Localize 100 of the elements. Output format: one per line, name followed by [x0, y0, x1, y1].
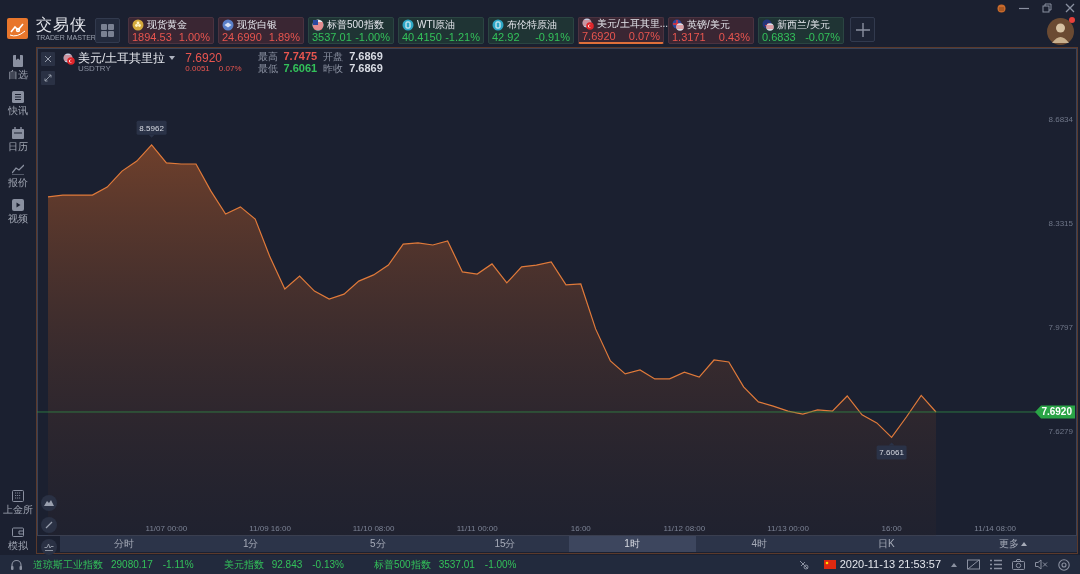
ticker-price: 42.92 [492, 31, 520, 43]
sidebar-item[interactable]: 报价 [1, 163, 35, 188]
axis-label: 11/12 08:00 [663, 524, 706, 533]
plus-icon [855, 22, 870, 37]
timeframe-tab[interactable]: 4时 [695, 536, 823, 552]
axis-label: 16:00 [881, 524, 902, 533]
stat-label: 昨收 [323, 63, 344, 74]
ticker-change: -0.07% [805, 31, 840, 43]
expand-icon [44, 74, 52, 82]
no-image-icon[interactable] [967, 559, 980, 570]
ticker-change: 0.43% [718, 31, 750, 43]
headset-icon[interactable] [10, 558, 23, 571]
instrument-code: USDTRY [78, 65, 112, 73]
ticker-change: -1.21% [445, 31, 480, 43]
sidebar-item[interactable]: 日历 [1, 127, 35, 152]
apps-button[interactable] [95, 18, 120, 43]
sidebar-item[interactable]: 模拟 [1, 526, 35, 551]
axis-label: 11/07 00:00 [145, 524, 188, 533]
ticker-card[interactable]: 新西兰/美元 0.6833 -0.07% [758, 17, 844, 44]
timeframe-tab[interactable]: 15分 [441, 536, 569, 552]
timeframe-tab[interactable]: 分时 [60, 536, 188, 552]
settings-icon[interactable] [1058, 558, 1070, 571]
ticker-card[interactable]: 英镑/美元 1.3171 0.43% [668, 17, 754, 44]
mountain-icon[interactable] [41, 495, 57, 511]
index-change: -1.11% [162, 558, 194, 572]
list-icon[interactable] [990, 559, 1002, 570]
sidebar-item[interactable]: 视频 [1, 199, 35, 224]
close-icon[interactable] [1065, 3, 1075, 13]
ticker-card[interactable]: 布伦特原油 42.92 -0.91% [488, 17, 574, 44]
axis-label: 8.6834 [1048, 115, 1073, 124]
index-value: 3537.01 [438, 558, 475, 572]
mute-icon[interactable] [1035, 559, 1048, 570]
ticker-name: 标普500指数 [327, 19, 384, 30]
bookmark-icon [12, 55, 24, 67]
axis-label: 16:00 [570, 524, 591, 533]
expand-button[interactable] [41, 71, 55, 85]
value-label: 7.6061 [876, 442, 907, 460]
axis-label: 7.6279 [1048, 426, 1073, 436]
stat-value: 7.6869 [349, 51, 383, 62]
dropdown-caret-icon[interactable] [169, 56, 176, 60]
index-name: 美元指数 [223, 558, 264, 572]
ticker-price: 1894.53 [132, 31, 172, 43]
wallet-icon [12, 526, 24, 538]
pen-icon[interactable] [41, 517, 57, 533]
list-icon [12, 91, 24, 103]
ticker-card[interactable]: 现货白银 24.6990 1.89% [218, 17, 304, 44]
camera-icon[interactable] [1012, 559, 1025, 570]
index-change: -0.13% [312, 558, 344, 572]
instrument-price: 7.6920 [185, 52, 224, 64]
line-chart-icon [12, 163, 24, 175]
ref-line-label: 7.6920 [1041, 406, 1073, 418]
index-name: 道琼斯工业指数 [33, 558, 103, 572]
axis-label: 11/13 00:00 [767, 524, 809, 533]
axis-label: 11/09 16:00 [249, 524, 291, 533]
coin-icon [222, 18, 234, 31]
ticker-price: 0.6833 [762, 31, 796, 43]
timeframe-tab[interactable]: 5分 [314, 536, 442, 552]
ticker-name: 英镑/美元 [687, 19, 730, 30]
timeframe-tab[interactable]: 1时 [568, 536, 696, 552]
axis-label: 11/10 08:00 [352, 524, 395, 533]
close-button[interactable] [41, 52, 55, 66]
sidebar-item[interactable]: 上金所 [1, 490, 35, 515]
logo-icon [7, 18, 28, 39]
price-change: 0.0051 [185, 65, 210, 73]
timeframe-tab[interactable]: 1分 [187, 536, 315, 552]
ticker-card[interactable]: 现货黄金 1894.53 1.00% [128, 17, 214, 44]
ticker-change: -1.00% [355, 31, 390, 43]
grid-icon [12, 490, 24, 502]
annotation: 7.6061 [879, 448, 905, 458]
ticker-name: 现货黄金 [147, 19, 187, 30]
flag-icon [63, 53, 75, 65]
restore-icon[interactable] [1042, 3, 1053, 13]
stat-value: 7.6869 [349, 63, 383, 74]
sidebar-item[interactable]: 自选 [1, 55, 35, 80]
ticker-change: 1.89% [268, 31, 300, 43]
index-change: -1.00% [484, 558, 517, 572]
timeframe-tab[interactable]: 日K [822, 536, 950, 552]
timeframe-tab[interactable]: 更多 [949, 536, 1077, 552]
grid-icon [101, 24, 114, 37]
add-button[interactable] [850, 17, 875, 42]
axis-label: 8.3315 [1048, 219, 1073, 228]
wave-icon[interactable] [41, 539, 57, 555]
ticker-change: 1.00% [178, 31, 210, 43]
instrument-name: 美元/土耳其里拉 [78, 52, 166, 64]
flag-icon [762, 18, 774, 31]
clock: 2020-11-13 21:53:57 [839, 557, 941, 573]
stat-value: 7.6061 [283, 63, 318, 74]
flag-icon [582, 18, 594, 30]
ticker-change: 0.07% [628, 31, 660, 42]
ticker-card[interactable]: WTI原油 40.4150 -1.21% [398, 17, 484, 44]
ticker-name: WTI原油 [417, 19, 456, 30]
ticker-card[interactable]: 标普500指数 3537.01 -1.00% [308, 17, 394, 44]
avatar[interactable] [1047, 18, 1074, 45]
current-price-tag: 7.6920 [1035, 405, 1075, 419]
stat-label: 最低 [257, 63, 278, 74]
coin-icon [132, 18, 144, 31]
index-name: 标普500指数 [373, 558, 431, 572]
sidebar-item[interactable]: 快讯 [1, 91, 35, 116]
caret-up-icon[interactable] [951, 562, 957, 567]
ticker-name: 布伦特原油 [507, 19, 557, 30]
